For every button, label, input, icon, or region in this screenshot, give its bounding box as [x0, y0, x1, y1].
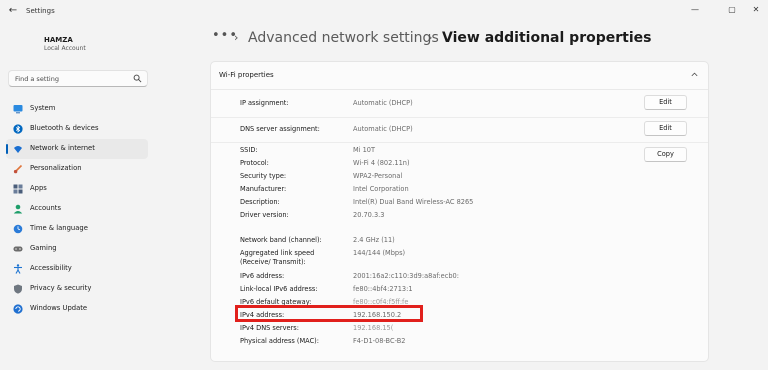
sidebar-item-bluetooth[interactable]: Bluetooth & devices — [6, 119, 148, 139]
sidebar-item-label: Windows Update — [30, 304, 88, 312]
ip-assignment-label: IP assignment: — [240, 99, 289, 107]
dns-assignment-value: Automatic (DHCP) — [353, 125, 413, 133]
back-arrow-icon[interactable]: ← — [6, 4, 20, 18]
ipv4-dns-value: 192.168.15( — [353, 324, 394, 332]
card-title: Wi-Fi properties — [219, 71, 274, 79]
wifi-icon — [14, 146, 22, 153]
minimize-icon[interactable]: — — [686, 3, 704, 17]
driver-version-label: Driver version: — [240, 211, 289, 219]
ip-assignment-value: Automatic (DHCP) — [353, 99, 413, 107]
wifi-properties-card: Wi-Fi properties IP assignment: Automati… — [210, 61, 709, 362]
manufacturer-label: Manufacturer: — [240, 185, 287, 193]
sidebar-item-system[interactable]: System — [6, 99, 148, 119]
link-local-ipv6-value: fe80::4bf4:2713:1 — [353, 285, 413, 293]
manufacturer-value: Intel Corporation — [353, 185, 409, 193]
sidebar-item-gaming[interactable]: Gaming — [6, 239, 148, 259]
chevron-right-icon: › — [428, 31, 433, 44]
dns-assignment-label: DNS server assignment: — [240, 125, 320, 133]
sidebar-item-windows-update[interactable]: Windows Update — [6, 299, 148, 319]
link-speed-label: Aggregated link speed (Receive/ Transmit… — [240, 249, 315, 266]
breadcrumb-parent[interactable]: Advanced network settings — [248, 30, 439, 46]
divider — [211, 142, 708, 143]
shield-icon — [14, 284, 22, 294]
sidebar-item-label: Gaming — [30, 244, 57, 252]
sidebar-item-label: Bluetooth & devices — [30, 124, 99, 132]
search-input[interactable]: Find a setting — [8, 70, 148, 87]
protocol-label: Protocol: — [240, 159, 269, 167]
search-placeholder: Find a setting — [15, 75, 59, 83]
monitor-icon — [13, 105, 23, 114]
apps-icon — [13, 184, 23, 194]
sidebar-item-network[interactable]: Network & internet — [6, 139, 148, 159]
card-header[interactable]: Wi-Fi properties — [211, 62, 708, 90]
app-title: Settings — [26, 7, 55, 15]
sidebar-item-privacy-security[interactable]: Privacy & security — [6, 279, 148, 299]
ssid-value: Mi 10T — [353, 146, 376, 154]
sidebar-item-label: System — [30, 104, 56, 112]
security-type-value: WPA2-Personal — [353, 172, 403, 180]
divider — [211, 117, 708, 118]
page-title: View additional properties — [442, 30, 652, 46]
chevron-up-icon[interactable] — [690, 70, 699, 79]
brush-icon — [13, 164, 23, 174]
profile-name: HAMZA — [44, 36, 73, 44]
search-icon[interactable] — [133, 74, 142, 83]
description-label: Description: — [240, 198, 280, 206]
sidebar-item-personalization[interactable]: Personalization — [6, 159, 148, 179]
description-value: Intel(R) Dual Band Wireless-AC 8265 — [353, 198, 474, 206]
security-type-label: Security type: — [240, 172, 287, 180]
maximize-icon[interactable]: ▢ — [723, 3, 741, 17]
link-speed-value: 144/144 (Mbps) — [353, 249, 406, 257]
protocol-value: Wi-Fi 4 (802.11n) — [353, 159, 410, 167]
title-bar: ← Settings — ▢ ✕ — [0, 0, 768, 22]
sidebar-item-accessibility[interactable]: Accessibility — [6, 259, 148, 279]
sidebar-item-label: Accessibility — [30, 264, 72, 272]
profile-account-type: Local Account — [44, 45, 86, 52]
link-local-ipv6-label: Link-local IPv6 address: — [240, 285, 318, 293]
sidebar-item-accounts[interactable]: Accounts — [6, 199, 148, 219]
sidebar-nav: System Bluetooth & devices Network & int… — [6, 99, 148, 319]
driver-version-value: 20.70.3.3 — [353, 211, 385, 219]
network-band-label: Network band (channel): — [240, 236, 322, 244]
sidebar-item-label: Accounts — [30, 204, 61, 212]
ipv6-address-value: 2001:16a2:c110:3d9:a8af:ecb0: — [353, 272, 459, 280]
sidebar-item-apps[interactable]: Apps — [6, 179, 148, 199]
close-icon[interactable]: ✕ — [747, 3, 765, 17]
mac-address-value: F4-D1-08-BC-B2 — [353, 337, 406, 345]
copy-button[interactable]: Copy — [644, 147, 687, 162]
sidebar-item-time-language[interactable]: Time & language — [6, 219, 148, 239]
edit-dns-button[interactable]: Edit — [644, 121, 687, 136]
edit-ip-button[interactable]: Edit — [644, 95, 687, 110]
globe-clock-icon — [13, 224, 23, 234]
ipv4-highlight-box — [235, 305, 423, 322]
gamepad-icon — [13, 246, 23, 252]
ipv6-address-label: IPv6 address: — [240, 272, 285, 280]
sidebar-item-label: Apps — [30, 184, 47, 192]
person-icon — [13, 204, 23, 214]
chevron-right-icon: › — [234, 31, 239, 44]
sidebar-item-label: Network & internet — [30, 144, 95, 152]
ipv4-dns-label: IPv4 DNS servers: — [240, 324, 299, 332]
ssid-label: SSID: — [240, 146, 258, 154]
sidebar-item-label: Time & language — [30, 224, 88, 232]
sidebar-item-label: Personalization — [30, 164, 82, 172]
network-band-value: 2.4 GHz (11) — [353, 236, 395, 244]
update-icon — [13, 304, 23, 314]
sidebar-item-label: Privacy & security — [30, 284, 92, 292]
mac-address-label: Physical address (MAC): — [240, 337, 319, 345]
accessibility-icon — [14, 264, 22, 274]
bluetooth-icon — [13, 124, 23, 134]
